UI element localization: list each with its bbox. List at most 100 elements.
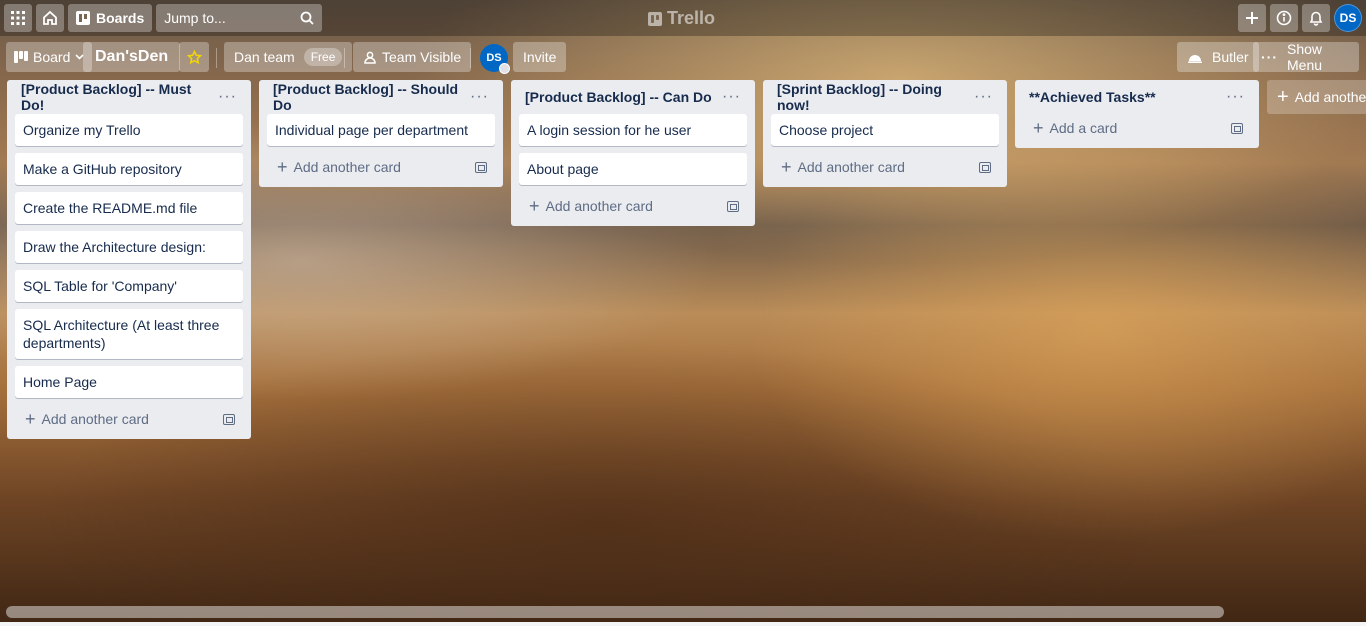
visibility-label: Team Visible [382, 49, 462, 65]
boards-icon [76, 11, 90, 25]
list-header[interactable]: [Sprint Backlog] -- Doing now! ··· [771, 80, 999, 114]
card-template-icon[interactable] [223, 413, 235, 425]
card[interactable]: Organize my Trello [15, 114, 243, 146]
team-button[interactable]: Dan team Free [224, 42, 353, 72]
list-header[interactable]: [Product Backlog] -- Can Do ··· [519, 80, 747, 114]
user-initials: DS [1339, 11, 1357, 25]
board-title-text: Dan'sDen [95, 48, 169, 65]
trello-logo[interactable]: Trello [648, 8, 715, 29]
show-menu-button[interactable]: ··· Show Menu [1253, 41, 1359, 73]
card-template-icon[interactable] [727, 200, 739, 212]
team-visibility-icon [364, 51, 376, 64]
invite-label: Invite [523, 49, 557, 65]
more-dots-icon: ··· [1261, 49, 1278, 65]
admin-badge-icon [499, 63, 510, 74]
card[interactable]: SQL Table for 'Company' [15, 270, 243, 302]
add-card-button[interactable]: + Add another card [529, 197, 653, 215]
logo-text: Trello [667, 8, 716, 28]
apps-grid-button[interactable] [4, 4, 32, 32]
add-card-row: + Add another card [771, 153, 999, 181]
list-product-backlog-can-do: [Product Backlog] -- Can Do ··· A login … [511, 80, 755, 226]
butler-label: Butler [1212, 49, 1249, 65]
list-menu-icon[interactable]: ··· [470, 88, 489, 106]
list-title[interactable]: [Sprint Backlog] -- Doing now! [777, 81, 974, 113]
jump-to-search[interactable]: Jump to... [156, 4, 323, 32]
list-title[interactable]: **Achieved Tasks** [1029, 89, 1156, 105]
list-title[interactable]: [Product Backlog] -- Should Do [273, 81, 470, 113]
list-title[interactable]: [Product Backlog] -- Must Do! [21, 81, 218, 113]
plus-icon [1246, 12, 1258, 24]
card[interactable]: SQL Architecture (At least three departm… [15, 309, 243, 359]
butler-button[interactable]: Butler [1177, 42, 1259, 72]
plus-icon: + [529, 196, 540, 216]
info-button[interactable] [1270, 4, 1298, 32]
card-template-icon[interactable] [475, 161, 487, 173]
list-header[interactable]: [Product Backlog] -- Should Do ··· [267, 80, 495, 114]
team-plan-badge: Free [303, 48, 343, 66]
board-view-icon [14, 51, 28, 63]
plus-icon: + [1277, 86, 1289, 108]
add-card-label: Add another card [41, 411, 149, 427]
card[interactable]: Choose project [771, 114, 999, 146]
card-template-icon[interactable] [979, 161, 991, 173]
card[interactable]: A login session for he user [519, 114, 747, 146]
add-card-button[interactable]: + Add a card [1033, 119, 1117, 137]
divider [470, 48, 471, 68]
bell-icon [1309, 11, 1323, 26]
add-card-label: Add a card [1049, 120, 1118, 136]
list-sprint-backlog-doing-now: [Sprint Backlog] -- Doing now! ··· Choos… [763, 80, 1007, 187]
board-header: Board Dan'sDen Dan team Free Team Visibl… [0, 41, 1366, 74]
card[interactable]: Individual page per department [267, 114, 495, 146]
list-menu-icon[interactable]: ··· [218, 88, 237, 106]
notifications-button[interactable] [1302, 4, 1330, 32]
info-icon [1276, 10, 1292, 26]
horizontal-scrollbar[interactable] [6, 606, 1224, 618]
add-card-button[interactable]: + Add another card [781, 158, 905, 176]
add-card-row: + Add a card [1023, 114, 1251, 142]
add-card-row: + Add another card [267, 153, 495, 181]
home-button[interactable] [36, 4, 64, 32]
add-list-label: Add another list [1294, 89, 1366, 105]
list-achieved-tasks: **Achieved Tasks** ··· + Add a card [1015, 80, 1259, 148]
add-another-list-button[interactable]: + Add another list [1267, 80, 1366, 114]
search-icon [300, 11, 314, 25]
member-initials: DS [486, 52, 502, 64]
card[interactable]: Draw the Architecture design: [15, 231, 243, 263]
list-menu-icon[interactable]: ··· [974, 88, 993, 106]
top-header: Boards Jump to... Trello DS [0, 0, 1366, 36]
visibility-button[interactable]: Team Visible [353, 42, 472, 72]
user-avatar[interactable]: DS [1334, 4, 1362, 32]
plus-icon: + [25, 409, 36, 429]
boards-button[interactable]: Boards [68, 4, 153, 32]
add-card-label: Add another card [797, 159, 905, 175]
board-title[interactable]: Dan'sDen [83, 42, 181, 72]
boards-label: Boards [96, 10, 145, 26]
list-header[interactable]: **Achieved Tasks** ··· [1023, 80, 1251, 114]
add-card-button[interactable]: + Add another card [277, 158, 401, 176]
card[interactable]: Create the README.md file [15, 192, 243, 224]
plus-icon: + [277, 157, 288, 177]
show-menu-label: Show Menu [1287, 41, 1323, 73]
create-button[interactable] [1238, 4, 1266, 32]
divider [344, 48, 345, 68]
invite-button[interactable]: Invite [513, 42, 567, 72]
list-menu-icon[interactable]: ··· [722, 88, 741, 106]
card[interactable]: Make a GitHub repository [15, 153, 243, 185]
list-header[interactable]: [Product Backlog] -- Must Do! ··· [15, 80, 243, 114]
card-template-icon[interactable] [1231, 122, 1243, 134]
add-card-button[interactable]: + Add another card [25, 410, 149, 428]
card[interactable]: Home Page [15, 366, 243, 398]
star-board-button[interactable] [179, 42, 209, 72]
plus-icon: + [781, 157, 792, 177]
board-member-avatar[interactable]: DS [480, 44, 510, 74]
list-menu-icon[interactable]: ··· [1226, 88, 1245, 106]
list-title[interactable]: [Product Backlog] -- Can Do [525, 89, 712, 105]
divider [216, 48, 217, 68]
add-card-row: + Add another card [519, 192, 747, 220]
plus-icon: + [1033, 118, 1044, 138]
header-right-actions: DS [1234, 4, 1362, 32]
board-view-switcher[interactable]: Board [6, 42, 93, 72]
list-product-backlog-should-do: [Product Backlog] -- Should Do ··· Indiv… [259, 80, 503, 187]
card[interactable]: About page [519, 153, 747, 185]
board-view-label: Board [33, 49, 71, 65]
